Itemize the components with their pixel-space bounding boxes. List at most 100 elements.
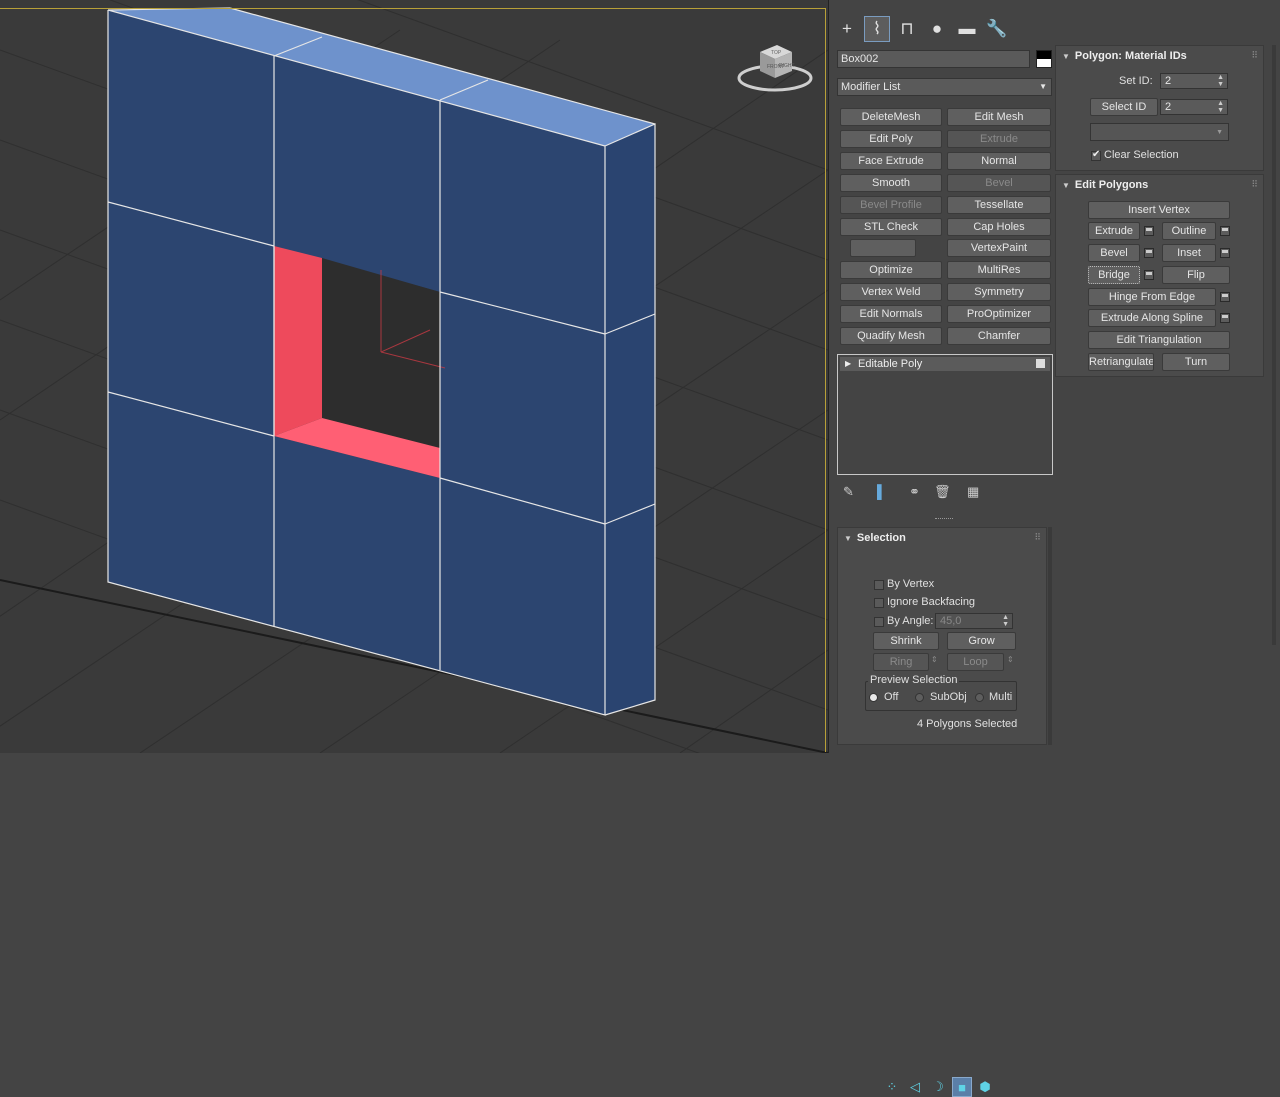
- panel-scrollbar[interactable]: [1272, 45, 1276, 645]
- select-id-spinner[interactable]: 2 ▲ ▼: [1160, 99, 1228, 115]
- modifier-optimize-button[interactable]: Optimize: [840, 261, 942, 280]
- motion-tab[interactable]: ●: [924, 16, 950, 42]
- make-unique-icon[interactable]: ⚭: [909, 484, 920, 500]
- loop-spinner-icon[interactable]: ⇕: [1007, 655, 1014, 664]
- modifier-extrude-button[interactable]: Extrude: [947, 129, 1051, 148]
- edit-polygons-title[interactable]: ▼ Edit Polygons: [1062, 179, 1148, 191]
- clear-selection-label: Clear Selection: [1104, 149, 1179, 161]
- modifier-bevel-button[interactable]: Bevel: [947, 173, 1051, 192]
- by-vertex-label: By Vertex: [887, 578, 935, 590]
- hierarchy-tab[interactable]: ⊓: [894, 16, 920, 42]
- extrude-button[interactable]: Extrude: [1088, 222, 1140, 240]
- clear-selection-checkbox[interactable]: [1091, 149, 1101, 161]
- modifier-vertexpaint-button[interactable]: VertexPaint: [947, 239, 1051, 258]
- configure-sets-icon[interactable]: ▦: [967, 484, 979, 500]
- modify-tab[interactable]: ⌇: [864, 16, 890, 42]
- modifier-stack[interactable]: ▶ Editable Poly: [837, 354, 1053, 475]
- stack-scrollbar[interactable]: [1048, 527, 1052, 745]
- bevel-button[interactable]: Bevel: [1088, 244, 1140, 262]
- viewport-scene: FRONT RIGHT TOP: [0, 0, 828, 753]
- panel-splitter[interactable]: [935, 518, 953, 521]
- set-id-spinner[interactable]: 2 ▲ ▼: [1160, 73, 1228, 89]
- inset-button[interactable]: Inset: [1162, 244, 1216, 262]
- ignore-backfacing-label: Ignore Backfacing: [887, 596, 976, 608]
- modifier-smooth-button[interactable]: Smooth: [840, 173, 942, 192]
- by-vertex-checkbox[interactable]: [874, 580, 884, 590]
- set-id-label: Set ID:: [1119, 75, 1153, 87]
- outline-settings-icon[interactable]: [1220, 226, 1230, 236]
- flip-button[interactable]: Flip: [1162, 266, 1230, 284]
- material-name-dropdown[interactable]: ▼: [1090, 123, 1229, 141]
- object-color-swatch[interactable]: [1036, 50, 1052, 68]
- extrude-along-spline-button[interactable]: Extrude Along Spline: [1088, 309, 1216, 327]
- modifier-normal-button[interactable]: Normal: [947, 151, 1051, 170]
- stack-item-editable-poly[interactable]: ▶ Editable Poly: [840, 357, 1050, 371]
- turn-button[interactable]: Turn: [1162, 353, 1230, 371]
- outline-button[interactable]: Outline: [1162, 222, 1216, 240]
- preview-multi-radio[interactable]: [975, 693, 984, 702]
- modifier-vertex-weld-button[interactable]: Vertex Weld: [840, 283, 942, 302]
- show-end-result-icon[interactable]: ▌: [877, 484, 886, 500]
- preview-multi-label: Multi: [989, 691, 1013, 703]
- bevel-settings-icon[interactable]: [1144, 248, 1154, 258]
- preview-subobj-radio[interactable]: [915, 693, 924, 702]
- extrude-settings-icon[interactable]: [1144, 226, 1154, 236]
- ignore-backfacing-checkbox[interactable]: [874, 598, 884, 608]
- inset-settings-icon[interactable]: [1220, 248, 1230, 258]
- grow-button[interactable]: Grow: [947, 632, 1016, 650]
- modifier-deletemesh-button[interactable]: DeleteMesh: [840, 108, 942, 126]
- edit-triangulation-button[interactable]: Edit Triangulation: [1088, 331, 1230, 349]
- modifier-list-dropdown[interactable]: Modifier List ▼: [837, 78, 1052, 96]
- stack-item-label: Editable Poly: [858, 358, 923, 370]
- expand-arrow-icon[interactable]: ▶: [845, 357, 851, 371]
- ring-button[interactable]: Ring: [873, 653, 929, 671]
- shrink-button[interactable]: Shrink: [873, 632, 939, 650]
- create-tab[interactable]: +: [834, 16, 860, 42]
- insert-vertex-button[interactable]: Insert Vertex: [1088, 201, 1230, 219]
- vertex-mode-icon[interactable]: ⁘: [882, 1077, 902, 1097]
- viewcube[interactable]: FRONT RIGHT TOP: [737, 45, 813, 92]
- select-id-button[interactable]: Select ID: [1090, 98, 1158, 116]
- stack-toggle-icon[interactable]: [1036, 359, 1045, 368]
- retriangulate-button[interactable]: Retriangulate: [1088, 353, 1154, 371]
- modifier-multires-button[interactable]: MultiRes: [947, 261, 1051, 280]
- by-angle-checkbox[interactable]: [874, 617, 884, 627]
- hinge-from-edge-button[interactable]: Hinge From Edge: [1088, 288, 1216, 306]
- bridge-button[interactable]: Bridge: [1088, 266, 1140, 284]
- modifier-face-extrude-button[interactable]: Face Extrude: [840, 151, 942, 170]
- element-mode-icon[interactable]: ⬢: [975, 1077, 995, 1097]
- modifier-stl-check-button[interactable]: STL Check: [840, 217, 942, 236]
- preview-off-radio[interactable]: [869, 693, 878, 702]
- loop-button[interactable]: Loop: [947, 653, 1004, 671]
- border-mode-icon[interactable]: ☽: [928, 1077, 948, 1097]
- edit-polygons-rollout: ▼ Edit Polygons ⠿ Insert Vertex Extrude O…: [1055, 174, 1264, 377]
- object-name-field[interactable]: Box002: [837, 50, 1030, 68]
- bridge-settings-icon[interactable]: [1144, 270, 1154, 280]
- modifier-edit-normals-button[interactable]: Edit Normals: [840, 305, 942, 324]
- plus-icon: +: [842, 19, 852, 38]
- perspective-viewport[interactable]: FRONT RIGHT TOP: [0, 0, 829, 753]
- pin-stack-icon[interactable]: ✎: [843, 484, 854, 500]
- modifier-edit-mesh-button[interactable]: Edit Mesh: [947, 108, 1051, 126]
- modifier-quadify-mesh-button[interactable]: Quadify Mesh: [840, 327, 942, 345]
- motion-icon: ●: [931, 19, 943, 38]
- extrude-along-spline-settings-icon[interactable]: [1220, 313, 1230, 323]
- by-angle-spinner[interactable]: 45,0 ▲ ▼: [935, 613, 1013, 629]
- modifier-tessellate-button[interactable]: Tessellate: [947, 195, 1051, 214]
- selection-rollout-title[interactable]: ▼ Selection: [844, 532, 906, 544]
- remove-modifier-icon[interactable]: 🗑: [934, 484, 951, 500]
- modifier-chamfer-button[interactable]: Chamfer: [947, 327, 1051, 345]
- modifier-bevel-profile-button[interactable]: Bevel Profile: [840, 195, 942, 214]
- modifier-symmetry-button[interactable]: Symmetry: [947, 283, 1051, 302]
- edge-mode-icon[interactable]: ◁: [905, 1077, 925, 1097]
- display-tab[interactable]: ▬: [954, 16, 980, 42]
- hinge-settings-icon[interactable]: [1220, 292, 1230, 302]
- ring-spinner-icon[interactable]: ⇕: [931, 655, 938, 664]
- modifier-empty-button[interactable]: [850, 239, 916, 258]
- modifier-edit-poly-button[interactable]: Edit Poly: [840, 129, 942, 148]
- modifier-cap-holes-button[interactable]: Cap Holes: [947, 217, 1051, 236]
- material-ids-title[interactable]: ▼ Polygon: Material IDs: [1062, 50, 1187, 62]
- utilities-tab[interactable]: 🔧: [984, 16, 1010, 42]
- polygon-mode-icon[interactable]: ■: [952, 1077, 972, 1097]
- modifier-prooptimizer-button[interactable]: ProOptimizer: [947, 305, 1051, 324]
